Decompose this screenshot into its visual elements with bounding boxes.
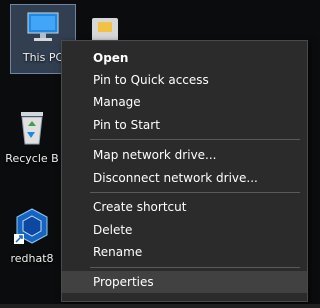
virtualbox-shortcut-icon	[14, 208, 48, 244]
recycle-bin-label: Recycle B	[5, 152, 59, 165]
menu-separator	[90, 192, 300, 193]
redhat8-desktop-icon[interactable]: redhat8	[2, 206, 62, 265]
menu-item-disconnect-network-drive[interactable]: Disconnect network drive...	[62, 167, 307, 189]
folder-icon[interactable]	[92, 18, 118, 42]
recycle-bin-desktop-icon[interactable]: Recycle B	[2, 108, 62, 165]
taskbar-edge	[0, 304, 320, 308]
monitor-icon	[27, 12, 59, 41]
menu-item-rename[interactable]: Rename	[62, 241, 307, 263]
menu-item-open[interactable]: Open	[62, 47, 307, 69]
menu-item-pin-to-quick-access[interactable]: Pin to Quick access	[62, 69, 307, 91]
menu-item-map-network-drive[interactable]: Map network drive...	[62, 144, 307, 166]
menu-separator	[90, 267, 300, 268]
recycle-bin-icon	[21, 112, 43, 145]
menu-item-manage[interactable]: Manage	[62, 91, 307, 113]
menu-separator	[90, 139, 300, 140]
context-menu: Open Pin to Quick access Manage Pin to S…	[61, 40, 308, 302]
menu-item-create-shortcut[interactable]: Create shortcut	[62, 196, 307, 218]
menu-item-delete[interactable]: Delete	[62, 219, 307, 241]
menu-item-pin-to-start[interactable]: Pin to Start	[62, 114, 307, 136]
redhat8-label: redhat8	[10, 252, 54, 265]
menu-item-properties[interactable]: Properties	[62, 271, 307, 293]
